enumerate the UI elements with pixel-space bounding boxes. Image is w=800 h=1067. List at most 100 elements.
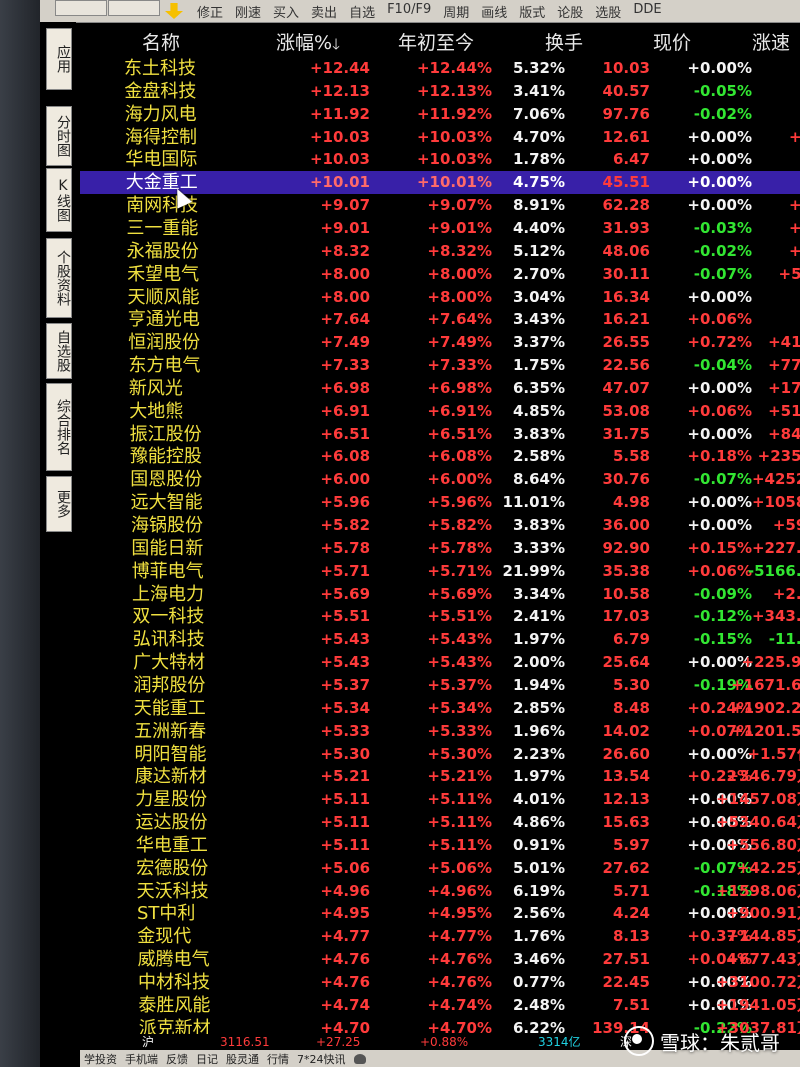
toolbar-button-8[interactable]: 版式 xyxy=(519,2,545,21)
table-row[interactable]: 国恩股份 +6.00 +6.00% 8.64% 30.76 -0.07%+4252. xyxy=(80,468,800,491)
table-row[interactable]: 新风光 +6.98 +6.98% 6.35% 47.07 +0.00% +170 xyxy=(80,377,800,400)
status-index-change: +27.25 xyxy=(316,1035,361,1049)
bottom-tab-2[interactable]: 反馈 xyxy=(166,1051,188,1067)
cell-next-column: +2 xyxy=(788,218,800,237)
toolbar-button-7[interactable]: 画线 xyxy=(481,2,507,21)
cell-turn: 2.85% xyxy=(512,698,565,717)
col-header-ytd[interactable]: 年初至今 xyxy=(398,28,474,55)
table-row[interactable]: 禾望电气 +8.00 +8.00% 2.70% 30.11 -0.07% +56 xyxy=(80,263,800,286)
toolbar-blank-button-1[interactable] xyxy=(55,0,107,16)
cell-next-column: +1 xyxy=(788,127,800,146)
table-row[interactable]: 运达股份+5.11+5.11%4.86%15.63+0.00%+5340.64万 xyxy=(80,811,800,834)
table-row[interactable]: 海力风电 +11.92 +11.92% 7.06% 97.76 -0.02% xyxy=(80,103,800,126)
table-row[interactable]: ST中利+4.95+4.95%2.56%4.24+0.00%+900.91万 xyxy=(80,902,800,925)
table-row[interactable]: 振江股份 +6.51 +6.51% 3.83% 31.75 +0.00% +840 xyxy=(80,423,800,446)
download-arrow-icon[interactable] xyxy=(165,3,183,19)
cell-turn: 1.78% xyxy=(512,150,565,169)
bottom-tab-1[interactable]: 手机端 xyxy=(125,1051,158,1067)
table-row[interactable]: 广大特材+5.43+5.43%2.00%25.64+0.00%+225.92 xyxy=(80,651,800,674)
cell-turn: 2.70% xyxy=(512,264,565,283)
table-row[interactable]: 博菲电气 +5.71 +5.71% 21.99% 35.38 +0.06%-5166.1 xyxy=(80,560,800,583)
side-tab-5[interactable]: 综合排名 xyxy=(46,383,72,471)
col-header-price[interactable]: 现价 xyxy=(653,28,691,55)
table-row-selected[interactable]: 大金重工 +10.01 +10.01% 4.75% 45.51 +0.00% xyxy=(80,171,800,195)
table-row[interactable]: 豫能控股 +6.08 +6.08% 2.58% 5.58 +0.18% +2356 xyxy=(80,445,800,468)
toolbar-button-5[interactable]: F10/F9 xyxy=(387,2,431,21)
table-row[interactable]: 金现代+4.77+4.77%1.76%8.13+0.37%+144.85万 xyxy=(80,925,800,948)
table-row[interactable]: 海锅股份 +5.82 +5.82% 3.83% 36.00 +0.00% +59. xyxy=(80,514,800,537)
stock-name: 华电重工 xyxy=(135,834,208,856)
table-row[interactable]: 华电重工+5.11+5.11%0.91%5.97+0.00%+556.80万 xyxy=(80,834,800,857)
cell-ytd: +9.01% xyxy=(427,218,492,237)
bottom-tab-4[interactable]: 股灵通 xyxy=(226,1051,259,1067)
table-row[interactable]: 海得控制 +10.03 +10.03% 4.70% 12.61 +0.00% +1 xyxy=(80,126,800,149)
toolbar-button-10[interactable]: 选股 xyxy=(595,2,621,21)
toolbar-blank-button-2[interactable] xyxy=(108,0,160,16)
table-row[interactable]: 宏德股份+5.06+5.06%5.01%27.62-0.07%+42.25万 xyxy=(80,857,800,880)
table-row[interactable]: 国能日新 +5.78 +5.78% 3.33% 92.90 +0.15%+227.8 xyxy=(80,537,800,560)
table-row[interactable]: 天顺风能 +8.00 +8.00% 3.04% 16.34 +0.00% xyxy=(80,286,800,309)
toolbar-button-3[interactable]: 卖出 xyxy=(311,2,337,21)
cell-chg: +5.06 xyxy=(320,858,370,877)
toolbar-button-1[interactable]: 刚速 xyxy=(235,2,261,21)
table-row[interactable]: 威腾电气+4.76+4.76%3.46%27.51+0.04%+677.43万 xyxy=(80,948,800,971)
table-row[interactable]: 上海电力 +5.69 +5.69% 3.34% 10.58 -0.09% +2.0 xyxy=(80,583,800,606)
table-row[interactable]: 恒润股份 +7.49 +7.49% 3.37% 26.55 +0.72% +418 xyxy=(80,331,800,354)
table-row[interactable]: 弘讯科技 +5.43 +5.43% 1.97% 6.79 -0.15% -11.7 xyxy=(80,628,800,651)
bottom-tab-6[interactable]: 7*24快讯 xyxy=(297,1051,346,1067)
cell-chg: +4.74 xyxy=(320,995,370,1014)
cell-speed: -0.04% xyxy=(693,356,752,375)
toolbar-button-11[interactable]: DDE xyxy=(633,2,661,21)
side-tab-2[interactable]: K线图 xyxy=(46,168,72,232)
table-row[interactable]: 明阳智能 +5.30 +5.30% 2.23% 26.60 +0.00%+1.57亿 xyxy=(80,743,800,766)
cell-price: 36.00 xyxy=(602,516,650,534)
table-row[interactable]: 天能重工+5.34+5.34%2.85%8.48+0.24%+1902.26 xyxy=(80,697,800,720)
table-row[interactable]: 三一重能 +9.01 +9.01% 4.40% 31.93 -0.03% +2 xyxy=(80,217,800,240)
stock-name: 金盘科技 xyxy=(124,80,197,102)
table-row[interactable]: 天沃科技+4.96+4.96%6.19%5.71-0.18%+1598.06万 xyxy=(80,880,800,903)
table-row[interactable]: 泰胜风能+4.74+4.74%2.48%7.51+0.00%+1941.05万 xyxy=(80,994,800,1017)
cell-next-column: -11.7 xyxy=(768,630,800,649)
col-header-change-pct[interactable]: 涨幅%🡓 xyxy=(276,28,340,59)
toolbar-button-9[interactable]: 论股 xyxy=(557,2,583,21)
toolbar-button-6[interactable]: 周期 xyxy=(443,2,469,21)
table-row[interactable]: 永福股份 +8.32 +8.32% 5.12% 48.06 -0.02% +2 xyxy=(80,240,800,263)
table-row[interactable]: 金盘科技 +12.13 +12.13% 3.41% 40.57 -0.05% xyxy=(80,80,800,103)
table-row[interactable]: 康达新材+5.21+5.21%1.97%13.54+0.22%+346.79万 xyxy=(80,765,800,788)
table-row[interactable]: 东土科技 +12.44 +12.44% 5.32% 10.03 +0.00% xyxy=(80,57,800,80)
cell-turn: 0.77% xyxy=(512,973,565,991)
cell-price: 8.48 xyxy=(612,698,650,717)
toolbar-button-4[interactable]: 自选 xyxy=(349,2,375,21)
col-header-turnover[interactable]: 换手 xyxy=(545,28,583,55)
table-row[interactable]: 中材科技+4.76+4.76%0.77%22.45+0.00%+3100.72万 xyxy=(80,971,800,994)
cell-next-column: +1201.52 xyxy=(731,721,800,740)
side-tab-1[interactable]: 分时图 xyxy=(46,106,72,166)
col-header-name[interactable]: 名称 xyxy=(142,28,180,55)
bottom-tab-0[interactable]: 学投资 xyxy=(84,1051,117,1067)
stock-name: 金现代 xyxy=(137,926,192,948)
table-row[interactable]: 亨通光电 +7.64 +7.64% 3.43% 16.21 +0.06% xyxy=(80,308,800,331)
side-tab-0[interactable]: 应用 xyxy=(46,28,72,90)
col-header-speed[interactable]: 涨速 xyxy=(752,28,790,55)
cell-chg: +5.96 xyxy=(320,493,370,512)
table-row[interactable]: 五洲新春+5.33+5.33%1.96%14.02+0.07%+1201.52 xyxy=(80,720,800,743)
side-tab-6[interactable]: 更多 xyxy=(46,476,72,532)
table-row[interactable]: 润邦股份+5.37+5.37%1.94%5.30-0.19%+1671.63 xyxy=(80,674,800,697)
side-tab-3[interactable]: 个股资料 xyxy=(46,238,72,318)
toolbar-button-2[interactable]: 买入 xyxy=(273,2,299,21)
table-row[interactable]: 华电国际 +10.03 +10.03% 1.78% 6.47 +0.00% xyxy=(80,148,800,171)
table-row[interactable]: 大地熊 +6.91 +6.91% 4.85% 53.08 +0.06% +518 xyxy=(80,400,800,423)
bottom-tab-3[interactable]: 日记 xyxy=(196,1051,218,1067)
cell-turn: 1.96% xyxy=(512,721,565,740)
table-row[interactable]: 力星股份+5.11+5.11%4.01%12.13+0.00%+1457.08万 xyxy=(80,788,800,811)
bell-icon[interactable] xyxy=(353,1053,366,1064)
table-row[interactable]: 远大智能 +5.96 +5.96% 11.01% 4.98 +0.00%+1058. xyxy=(80,491,800,514)
table-row[interactable]: 东方电气 +7.33 +7.33% 1.75% 22.56 -0.04% +778 xyxy=(80,354,800,377)
table-row[interactable]: 双一科技 +5.51 +5.51% 2.41% 17.03 -0.12%+343.0 xyxy=(80,605,800,628)
cell-turn: 8.64% xyxy=(512,470,565,489)
side-tab-4[interactable]: 自选股 xyxy=(46,323,72,379)
cell-chg: +7.64 xyxy=(320,310,370,329)
cell-next-column: +4252. xyxy=(751,470,800,489)
toolbar-button-0[interactable]: 修正 xyxy=(197,2,223,21)
bottom-tab-5[interactable]: 行情 xyxy=(267,1051,289,1067)
